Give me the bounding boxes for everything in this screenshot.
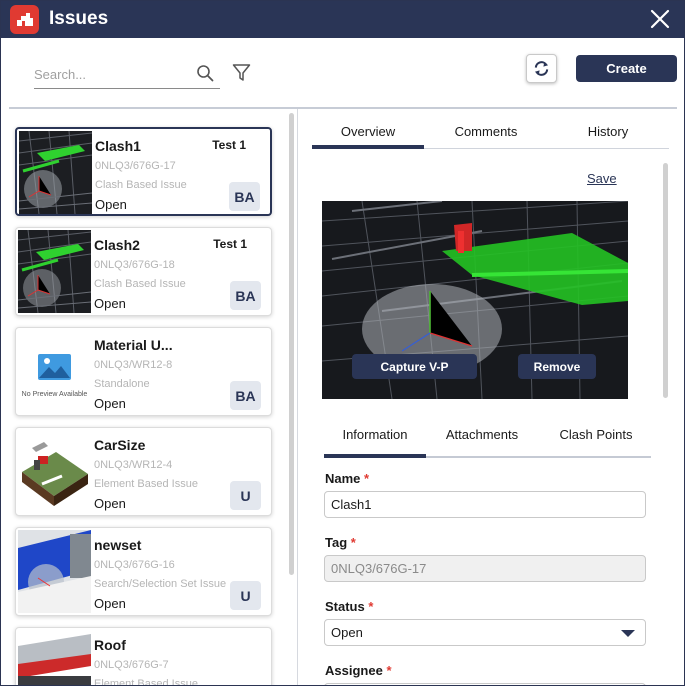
issue-thumbnail [19, 131, 92, 214]
issue-status: Open [94, 396, 126, 411]
issue-thumbnail [18, 430, 91, 513]
required-mark: * [350, 535, 356, 550]
issue-type: Clash Based Issue [94, 278, 186, 290]
assignee-badge: BA [230, 381, 261, 410]
issue-status: Open [94, 596, 126, 611]
issue-card[interactable]: newset 0NLQ3/676G-16 Search/Selection Se… [15, 527, 272, 616]
issue-name: Roof [94, 637, 126, 653]
status-dropdown[interactable]: Open [324, 619, 646, 646]
tab-overview[interactable]: Overview [312, 113, 424, 149]
issue-card[interactable]: CarSize 0NLQ3/WR12-4 Element Based Issue… [15, 427, 272, 516]
issue-tag: 0NLQ3/676G-7 [94, 659, 169, 671]
issue-status: Open [94, 496, 126, 511]
issue-thumbnail [18, 630, 91, 685]
sync-button[interactable] [526, 54, 557, 83]
name-field[interactable]: Clash1 [324, 491, 646, 518]
issue-name: Clash2 [94, 237, 140, 253]
issue-type: Element Based Issue [94, 678, 198, 686]
tag-field: 0NLQ3/676G-17 [324, 555, 646, 582]
issue-name: newset [94, 537, 142, 553]
issue-thumbnail [18, 530, 91, 613]
title-bar: Issues [1, 1, 684, 38]
save-link[interactable]: Save [587, 171, 617, 186]
list-scrollbar[interactable] [289, 113, 294, 575]
issue-card[interactable]: Roof 0NLQ3/676G-7 Element Based Issue [15, 627, 272, 686]
issue-status: Open [95, 197, 127, 212]
issues-window: Issues Create [0, 0, 685, 686]
detail-scrollbar[interactable] [663, 163, 668, 398]
detail-tabs: Overview Comments History [312, 113, 669, 149]
name-label: Name * [325, 471, 370, 486]
issue-name: Material U... [94, 337, 173, 353]
issue-name: Clash1 [95, 138, 141, 154]
tab-history[interactable]: History [560, 113, 656, 149]
issue-type: Search/Selection Set Issue [94, 578, 227, 590]
issue-type: Clash Based Issue [95, 179, 187, 191]
close-icon[interactable] [648, 7, 672, 31]
tab-information[interactable]: Information [324, 414, 426, 454]
issue-test-name: Test 1 [213, 237, 247, 251]
issue-card[interactable]: No Preview Available Material U... 0NLQ3… [15, 327, 272, 416]
filter-icon[interactable] [232, 63, 251, 82]
issue-card[interactable]: Clash2 Test 1 0NLQ3/676G-18 Clash Based … [15, 227, 272, 316]
tag-label: Tag * [325, 535, 356, 550]
required-mark: * [386, 663, 392, 678]
assignee-badge: BA [229, 182, 260, 211]
chevron-down-icon [621, 630, 635, 637]
search-input[interactable] [34, 63, 184, 85]
required-mark: * [368, 599, 374, 614]
issue-status: Open [94, 296, 126, 311]
issue-tag: 0NLQ3/676G-17 [95, 160, 176, 172]
issue-name: CarSize [94, 437, 146, 453]
search-box [34, 59, 220, 89]
active-tab-indicator [324, 454, 426, 458]
capture-viewpoint-button[interactable]: Capture V-P [352, 354, 477, 379]
tab-attachments[interactable]: Attachments [436, 414, 528, 454]
no-preview-text: No Preview Available [21, 391, 88, 398]
issue-tag: 0NLQ3/WR12-8 [94, 359, 173, 371]
tab-comments[interactable]: Comments [434, 113, 538, 149]
issue-thumbnail [18, 230, 91, 313]
status-selected-value: Open [331, 625, 363, 640]
remove-button[interactable]: Remove [518, 354, 596, 379]
info-tabs: Information Attachments Clash Points [324, 414, 651, 458]
issue-type: Element Based Issue [94, 478, 198, 490]
search-icon[interactable] [196, 64, 214, 82]
issue-card[interactable]: Clash1 Test 1 0NLQ3/676G-17 Clash Based … [15, 127, 272, 216]
active-tab-indicator [312, 145, 424, 149]
required-mark: * [364, 471, 370, 486]
sync-icon [534, 61, 549, 76]
header-divider [9, 107, 677, 109]
image-placeholder-icon [38, 354, 71, 380]
issue-test-name: Test 1 [212, 138, 246, 152]
create-button[interactable]: Create [576, 55, 677, 82]
issue-tag: 0NLQ3/676G-18 [94, 259, 175, 271]
issue-tag: 0NLQ3/WR12-4 [94, 459, 173, 471]
window-title: Issues [49, 8, 109, 29]
assignee-badge: BA [230, 281, 261, 310]
issue-tag: 0NLQ3/676G-16 [94, 559, 175, 571]
issue-type: Standalone [94, 378, 150, 390]
viewpoint-image: Capture V-P Remove [322, 201, 628, 399]
assignee-badge: U [230, 581, 261, 610]
assignee-label: Assignee * [325, 663, 392, 678]
revizto-logo-icon [10, 5, 39, 34]
panel-divider [297, 109, 298, 685]
tab-clash-points[interactable]: Clash Points [548, 414, 644, 454]
status-label: Status * [325, 599, 374, 614]
assignee-badge: U [230, 481, 261, 510]
issue-thumbnail: No Preview Available [18, 330, 91, 413]
